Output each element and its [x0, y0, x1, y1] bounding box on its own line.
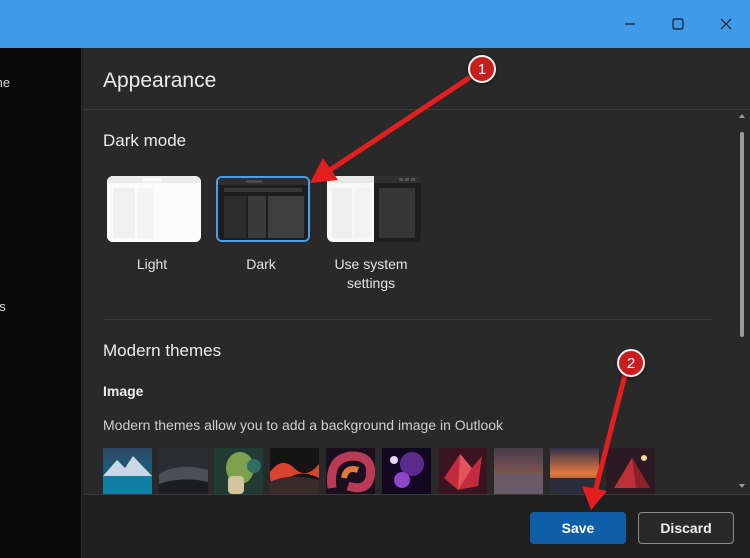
panel-header: Appearance: [83, 48, 750, 110]
light-theme-preview: [107, 176, 201, 242]
maximize-icon: [672, 18, 684, 30]
scroll-down-icon[interactable]: [738, 482, 746, 490]
theme-image-abstract-swirl[interactable]: [326, 448, 375, 494]
annotation-badge-2: 2: [617, 349, 645, 377]
discard-button[interactable]: Discard: [638, 512, 734, 544]
theme-image-red-tent[interactable]: [606, 448, 655, 494]
appearance-panel: Appearance Dark mode Light Dark Use syst…: [83, 48, 750, 558]
system-mode-label-line2: settings: [346, 275, 396, 291]
system-mode-label-line1: Use system: [334, 256, 408, 272]
theme-image-mountain-lake[interactable]: [103, 448, 152, 494]
close-icon: [720, 18, 732, 30]
left-nav-item[interactable]: me: [0, 75, 10, 90]
scroll-thumb[interactable]: [740, 132, 744, 337]
modern-themes-heading: Modern themes: [103, 341, 222, 360]
minimize-button[interactable]: [615, 9, 645, 39]
theme-image-misty-lake[interactable]: [494, 448, 543, 494]
section-divider: [103, 319, 713, 320]
scroll-up-icon[interactable]: [738, 112, 746, 120]
minimize-icon: [625, 23, 635, 25]
dark-mode-heading: Dark mode: [103, 131, 187, 150]
window-titlebar: [0, 0, 750, 48]
light-mode-option[interactable]: [107, 176, 201, 242]
dark-mode-option[interactable]: [216, 176, 310, 242]
modern-themes-description: Modern themes allow you to add a backgro…: [103, 417, 504, 433]
annotation-badge-1: 1: [468, 55, 496, 83]
theme-image-purple-orbs[interactable]: [382, 448, 431, 494]
left-nav-item[interactable]: es: [0, 299, 6, 314]
theme-image-sunset-bay[interactable]: [550, 448, 599, 494]
page-title: Appearance: [103, 69, 217, 92]
system-mode-label: Use system settings: [316, 255, 426, 293]
system-theme-preview: [327, 176, 421, 242]
theme-image-red-origami[interactable]: [438, 448, 487, 494]
system-mode-option[interactable]: [327, 176, 421, 242]
maximize-button[interactable]: [663, 9, 693, 39]
image-subheading: Image: [103, 383, 144, 399]
close-button[interactable]: [711, 9, 741, 39]
dark-theme-preview: [218, 178, 308, 240]
vertical-scrollbar[interactable]: [738, 112, 746, 492]
theme-image-dark-dunes[interactable]: [159, 448, 208, 494]
light-mode-label: Light: [136, 256, 168, 272]
dark-mode-label: Dark: [246, 256, 276, 272]
theme-image-red-waves[interactable]: [270, 448, 319, 494]
left-nav-pane: me es: [0, 48, 82, 558]
save-button[interactable]: Save: [530, 512, 626, 544]
theme-image-green-leaf[interactable]: [214, 448, 263, 494]
dialog-footer: Save Discard: [83, 494, 750, 558]
